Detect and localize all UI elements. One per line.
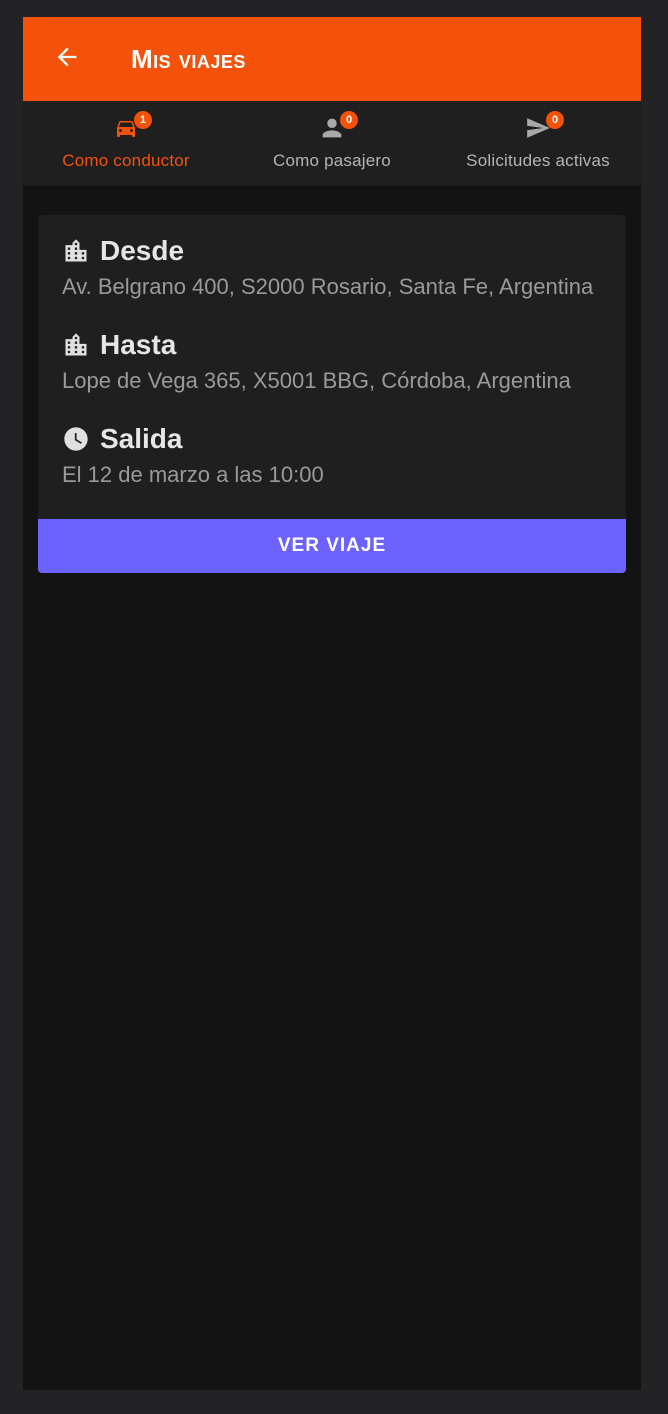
- field-header: Salida: [62, 421, 602, 457]
- field-header: Hasta: [62, 327, 602, 363]
- trip-to: Hasta Lope de Vega 365, X5001 BBG, Córdo…: [62, 327, 602, 399]
- trip-card: Desde Av. Belgrano 400, S2000 Rosario, S…: [38, 215, 626, 573]
- tab-solicitudes-activas[interactable]: 0 Solicitudes activas: [435, 101, 641, 185]
- count-badge: 0: [340, 111, 358, 129]
- tab-label: Como pasajero: [273, 151, 391, 170]
- trip-card-body: Desde Av. Belgrano 400, S2000 Rosario, S…: [38, 215, 626, 519]
- field-title: Desde: [100, 235, 185, 266]
- back-button[interactable]: [47, 39, 87, 79]
- clock-icon: [62, 424, 92, 454]
- trip-list: Desde Av. Belgrano 400, S2000 Rosario, S…: [23, 186, 641, 573]
- arrow-left-icon: [53, 43, 81, 76]
- app-screen: Mis viajes 1 Como conductor 0 Como pasaj…: [23, 17, 641, 1390]
- field-value: Lope de Vega 365, X5001 BBG, Córdoba, Ar…: [62, 368, 571, 393]
- tab-icon-wrap: 0: [316, 111, 358, 145]
- building-icon: [62, 330, 92, 360]
- tab-label: Como conductor: [62, 151, 190, 170]
- ver-viaje-button[interactable]: Ver viaje: [38, 519, 626, 573]
- app-bar: Mis viajes: [23, 17, 641, 101]
- tab-bar: 1 Como conductor 0 Como pasajero 0 Solic…: [23, 101, 641, 186]
- field-title: Hasta: [100, 329, 177, 360]
- tab-icon-wrap: 0: [522, 111, 564, 145]
- tab-como-pasajero[interactable]: 0 Como pasajero: [229, 101, 435, 185]
- tab-icon-wrap: 1: [110, 111, 152, 145]
- count-badge: 1: [134, 111, 152, 129]
- field-title: Salida: [100, 423, 183, 454]
- trip-departure: Salida El 12 de marzo a las 10:00: [62, 421, 602, 493]
- count-badge: 0: [546, 111, 564, 129]
- field-value: El 12 de marzo a las 10:00: [62, 462, 324, 487]
- tab-como-conductor[interactable]: 1 Como conductor: [23, 101, 229, 185]
- trip-from: Desde Av. Belgrano 400, S2000 Rosario, S…: [62, 233, 602, 305]
- field-header: Desde: [62, 233, 602, 269]
- building-icon: [62, 236, 92, 266]
- tab-label: Solicitudes activas: [466, 151, 610, 170]
- page-title: Mis viajes: [131, 44, 246, 74]
- field-value: Av. Belgrano 400, S2000 Rosario, Santa F…: [62, 274, 594, 299]
